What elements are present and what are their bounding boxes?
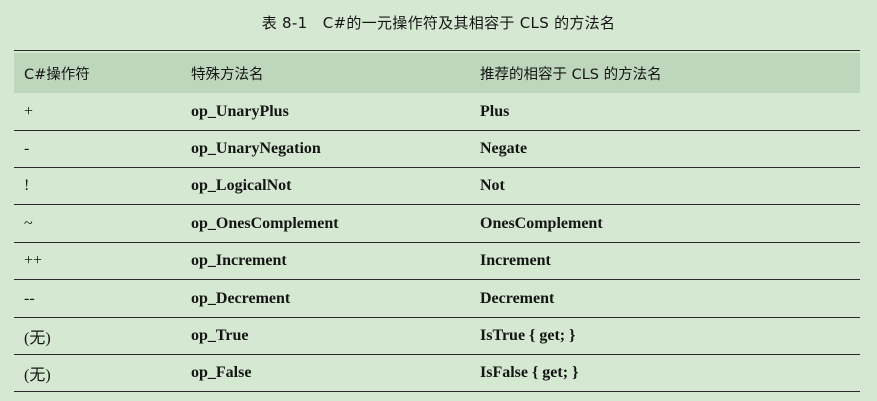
table-top-rule [14,50,860,51]
special-method-cell: op_OnesComplement [191,215,339,232]
table-row: -- op_Decrement Decrement [14,281,860,318]
special-method-cell: op_LogicalNot [191,177,292,194]
special-method-cell: op_True [191,327,249,344]
table-row: - op_UnaryNegation Negate [14,131,860,168]
cls-method-cell: Plus [480,103,510,120]
operator-cell: -- [24,290,35,307]
operator-cell: (无) [24,330,51,347]
special-method-cell: op_UnaryPlus [191,103,289,120]
table-row: ~ op_OnesComplement OnesComplement [14,206,860,243]
table-row: + op_UnaryPlus Plus [14,94,860,131]
special-method-cell: op_UnaryNegation [191,140,321,157]
table-row: ++ op_Increment Increment [14,243,860,280]
operator-cell: + [24,103,34,120]
operator-cell: ! [24,177,30,194]
cls-method-cell: Negate [480,140,528,157]
header-cls-method-name: 推荐的相容于 CLS 的方法名 [480,67,662,83]
header-special-method-name: 特殊方法名 [191,67,264,83]
operator-cell: (无) [24,367,51,384]
special-method-cell: op_False [191,364,252,381]
special-method-cell: op_Decrement [191,290,291,307]
table-row: ! op_LogicalNot Not [14,168,860,205]
cls-method-cell: Decrement [480,290,555,307]
cls-method-cell: Increment [480,252,551,269]
cls-method-cell: OnesComplement [480,215,603,232]
table-row: (无) op_True IsTrue { get; } [14,318,860,355]
operator-cell: ~ [24,215,33,232]
cls-method-cell: IsFalse { get; } [480,364,579,381]
table-row: (无) op_False IsFalse { get; } [14,355,860,392]
table-caption: 表 8-1 C#的一元操作符及其相容于 CLS 的方法名 [261,14,616,32]
table-header-row: C#操作符 特殊方法名 推荐的相容于 CLS 的方法名 [14,55,860,92]
cls-method-cell: Not [480,177,505,194]
header-operator: C#操作符 [24,67,90,83]
cls-method-cell: IsTrue { get; } [480,327,576,344]
operator-cell: ++ [24,252,43,269]
special-method-cell: op_Increment [191,252,287,269]
operator-cell: - [24,140,30,157]
